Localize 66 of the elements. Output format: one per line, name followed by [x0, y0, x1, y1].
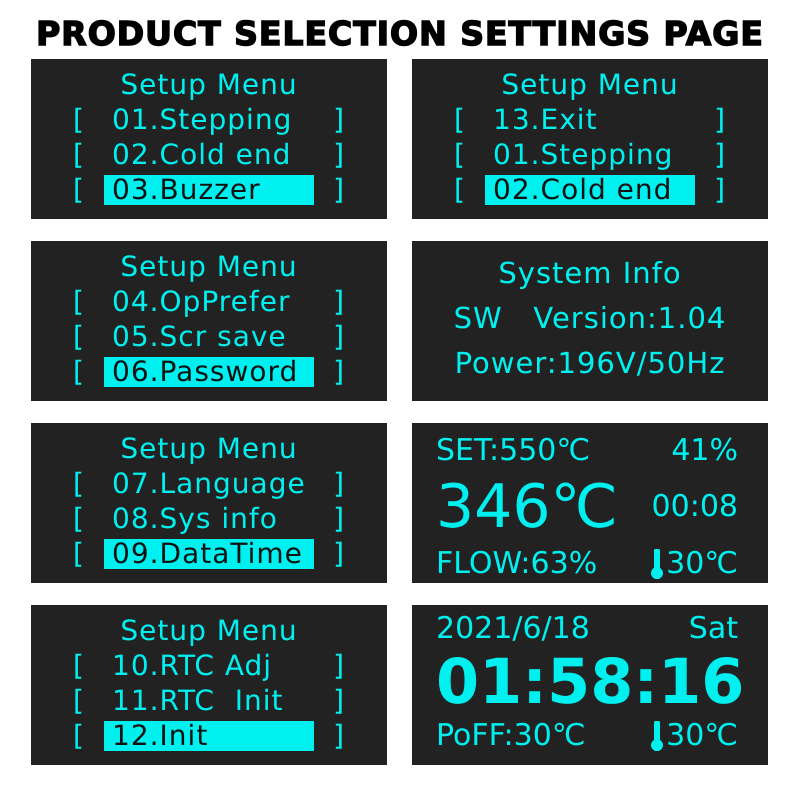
- bracket: ]: [714, 172, 726, 207]
- menu-item[interactable]: 11.RTC Init: [104, 686, 314, 716]
- menu-item[interactable]: 05.Scr save: [104, 322, 314, 352]
- menu-item[interactable]: 04.OpPrefer: [104, 286, 314, 316]
- set-temperature: SET:550℃: [436, 432, 592, 468]
- menu-item[interactable]: 10.RTC Adj: [104, 650, 314, 680]
- power-reading: 41%: [670, 432, 738, 468]
- bracket: [: [73, 354, 85, 389]
- bracket: ]: [333, 354, 345, 389]
- bracket: ]: [333, 466, 345, 501]
- power-off-temperature: PoFF:30℃: [436, 718, 586, 753]
- bracket: ]: [333, 284, 345, 319]
- bracket: [: [73, 284, 85, 319]
- bracket: [: [73, 536, 85, 571]
- bracket: ]: [333, 536, 345, 571]
- bracket: [: [73, 137, 85, 172]
- bracket: ]: [333, 102, 345, 137]
- bracket: [: [73, 718, 85, 753]
- thermometer-icon: [650, 548, 664, 579]
- menu-heading: Setup Menu: [120, 67, 298, 102]
- menu-item[interactable]: 03.Buzzer: [104, 174, 314, 204]
- menu-item[interactable]: 06.Password: [104, 356, 314, 386]
- ambient-temperature: 30℃: [666, 718, 738, 753]
- menu-heading: Setup Menu: [120, 249, 298, 284]
- bracket: [: [73, 172, 85, 207]
- date: 2021/6/18: [436, 611, 590, 646]
- bracket: ]: [333, 501, 345, 536]
- bracket: [: [73, 683, 85, 718]
- menu-heading: Setup Menu: [501, 67, 679, 102]
- bracket: [: [73, 102, 85, 137]
- menu-item[interactable]: 01.Stepping: [104, 104, 314, 134]
- bracket: [: [454, 102, 466, 137]
- flow-reading: FLOW:63%: [436, 546, 598, 582]
- timer: 00:08: [650, 489, 738, 524]
- bracket: [: [454, 137, 466, 172]
- page-title: PRODUCT SELECTION SETTINGS PAGE: [35, 13, 765, 55]
- menu-item[interactable]: 13.Exit: [485, 104, 695, 134]
- weekday: Sat: [688, 611, 738, 646]
- bracket: ]: [333, 172, 345, 207]
- info-heading: System Info: [498, 255, 682, 292]
- thermometer-icon: [650, 720, 664, 750]
- bracket: ]: [333, 683, 345, 718]
- menu-heading: Setup Menu: [120, 431, 298, 466]
- current-temperature: 346℃: [436, 470, 619, 543]
- bracket: ]: [714, 137, 726, 172]
- bracket: [: [73, 319, 85, 354]
- menu-item[interactable]: 12.Init: [104, 720, 314, 750]
- bracket: [: [73, 648, 85, 683]
- info-line: SW Version:1.04: [454, 300, 726, 337]
- bracket: ]: [333, 648, 345, 683]
- menu-item[interactable]: 08.Sys info: [104, 504, 314, 534]
- bracket: ]: [714, 102, 726, 137]
- menu-item[interactable]: 02.Cold end: [104, 140, 314, 170]
- bracket: ]: [333, 137, 345, 172]
- info-line: Power:196V/50Hz: [454, 345, 726, 382]
- menu-item[interactable]: 07.Language: [104, 468, 314, 498]
- menu-item[interactable]: 01.Stepping: [485, 140, 695, 170]
- bracket: [: [73, 501, 85, 536]
- menu-heading: Setup Menu: [120, 613, 298, 648]
- menu-item[interactable]: 09.DataTime: [104, 538, 314, 568]
- bracket: [: [73, 466, 85, 501]
- ambient-temperature: 30℃: [666, 546, 738, 582]
- bracket: [: [454, 172, 466, 207]
- bracket: ]: [333, 718, 345, 753]
- menu-item[interactable]: 02.Cold end: [485, 174, 695, 204]
- bracket: ]: [333, 319, 345, 354]
